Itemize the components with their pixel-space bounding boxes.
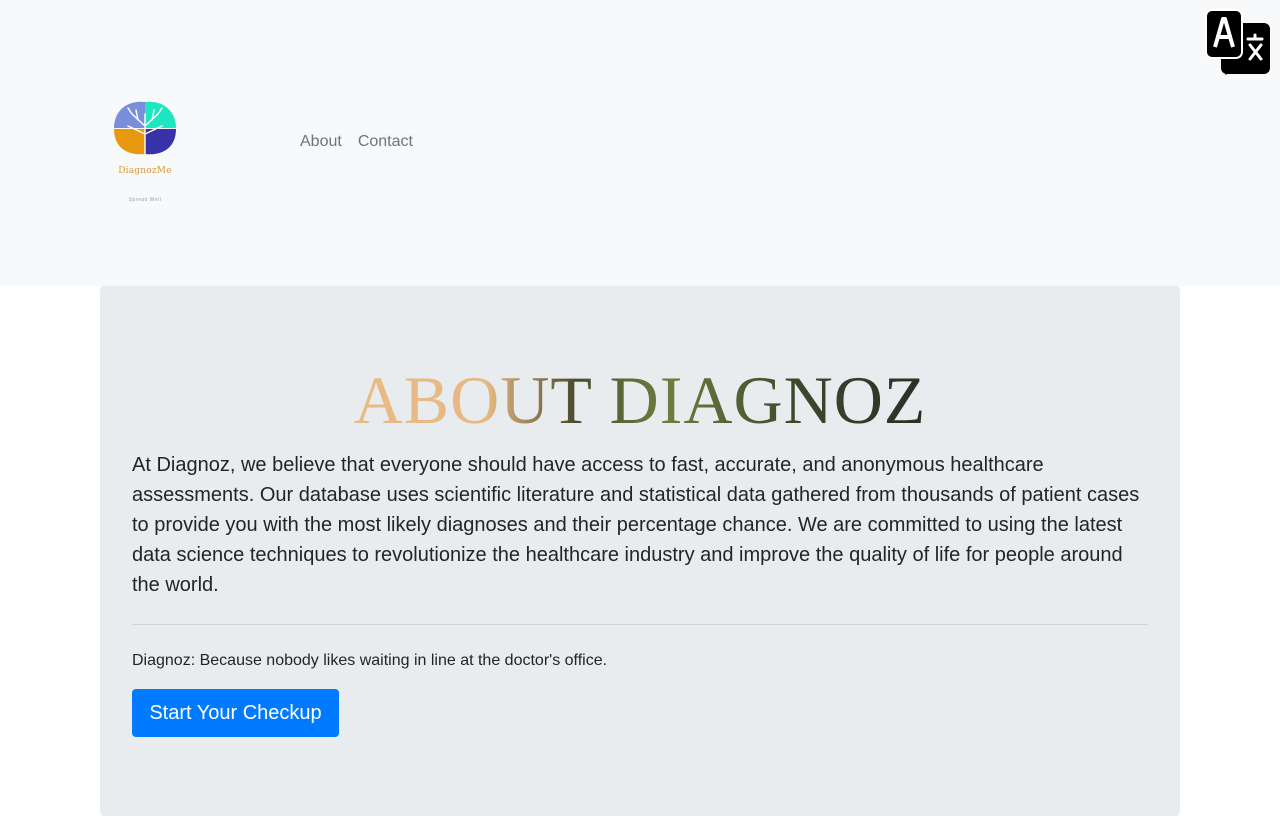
translate-icon — [1205, 9, 1270, 75]
page-title: ABOUT DIAGNOZ — [0, 360, 1280, 440]
brain-logo-icon — [114, 101, 176, 155]
top-navbar: DiagnozMe Spread Well About Contact — [0, 0, 1280, 286]
divider — [132, 624, 1148, 625]
translate-button[interactable] — [1205, 9, 1271, 75]
nav-contact-link[interactable]: Contact — [350, 131, 421, 153]
nav-about-link[interactable]: About — [292, 131, 350, 153]
logo-tagline: Spread Well — [128, 197, 162, 203]
logo-name: DiagnozMe — [118, 166, 172, 176]
logo-link[interactable]: DiagnozMe Spread Well — [106, 96, 184, 208]
start-checkup-button[interactable]: Start Your Checkup — [132, 689, 339, 737]
main-nav: About Contact — [292, 131, 421, 153]
tagline-text: Diagnoz: Because nobody likes waiting in… — [132, 652, 608, 669]
about-description: At Diagnoz, we believe that everyone sho… — [132, 454, 1140, 596]
